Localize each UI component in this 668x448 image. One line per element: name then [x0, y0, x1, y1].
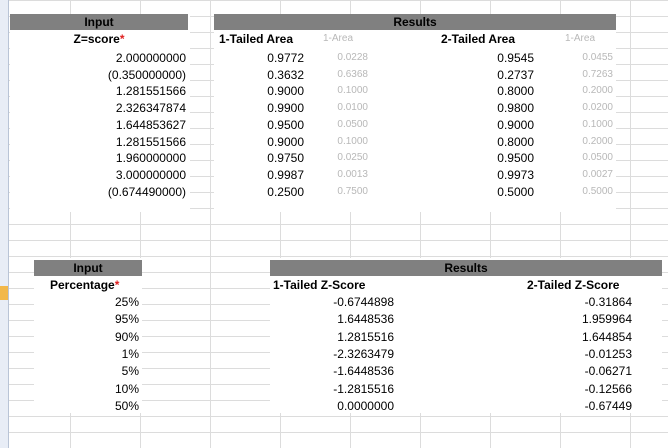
one-minus-area-cell: 0.6368: [337, 68, 368, 80]
z-score-input-cell[interactable]: 2.326347874: [10, 100, 186, 116]
two-minus-area-cell: 0.0455: [582, 52, 613, 63]
required-asterisk: *: [119, 32, 125, 46]
one-tailed-z-cell: 0.0000000: [337, 398, 394, 413]
one-minus-area-cell: 0.0250: [337, 152, 368, 164]
one-tailed-area-cell: 0.9772: [267, 51, 304, 65]
one-minus-area-cell: 0.0500: [337, 118, 368, 130]
two-minus-area-cell: 0.2000: [582, 135, 613, 147]
z-score-input-cell[interactable]: 2.000000000: [10, 50, 186, 66]
percentage-input-cell[interactable]: 5%: [34, 363, 139, 379]
one-tailed-area-cell: 0.9750: [267, 151, 304, 166]
percentage-label: Percentage*: [50, 277, 142, 293]
two-tailed-area-cell: 0.9800: [497, 101, 534, 116]
z-score-input-cell[interactable]: 1.644853627: [10, 117, 186, 133]
two-minus-area-label: 1-Area: [565, 33, 596, 44]
top-results-header: Results: [214, 14, 616, 30]
z-score-input-cell[interactable]: 1.281551566: [10, 134, 186, 150]
one-tailed-area-cell: 0.9000: [267, 84, 304, 99]
two-tailed-z-cell: -0.01253: [584, 346, 632, 361]
one-tailed-area-cell: 0.9000: [267, 134, 304, 149]
two-tailed-z-cell: -0.31864: [584, 295, 632, 309]
z-score-input-cell[interactable]: 3.000000000: [10, 167, 186, 183]
selected-row-marker: [0, 286, 8, 300]
two-minus-area-cell: 0.0027: [582, 168, 613, 180]
percentage-input-cell[interactable]: 25%: [34, 294, 139, 310]
two-minus-area-cell: 0.7263: [582, 68, 613, 80]
z-score-label: Z=score*: [10, 31, 188, 47]
z-score-label-text: Z=score: [73, 32, 120, 46]
two-tailed-area-cell: 0.9000: [497, 117, 534, 132]
two-tailed-area-cell: 0.9545: [497, 51, 534, 65]
row-header-strip[interactable]: [0, 0, 9, 448]
two-tailed-area-cell: 0.8000: [497, 134, 534, 149]
two-tailed-area-cell: 0.9973: [497, 167, 534, 182]
one-tailed-area-cell: 0.9987: [267, 167, 304, 182]
one-tailed-area-cell: 0.2500: [267, 184, 304, 199]
z-score-input-cell[interactable]: (0.674490000): [10, 184, 186, 200]
z-score-input-cell[interactable]: 1.281551566: [10, 83, 186, 99]
two-tailed-area-cell: 0.9500: [497, 151, 534, 166]
one-tailed-z-label: 1-Tailed Z-Score: [273, 278, 366, 292]
one-tailed-z-cell: -1.6448536: [333, 364, 394, 379]
bottom-results-header: Results: [270, 260, 662, 276]
two-minus-area-cell: 0.1000: [582, 118, 613, 130]
one-tailed-z-cell: 1.2815516: [337, 329, 394, 344]
one-minus-area-label: 1-Area: [323, 33, 354, 44]
two-tailed-z-cell: -0.67449: [584, 398, 632, 413]
bottom-input-header: Input: [34, 260, 142, 276]
one-minus-area-cell: 0.0228: [337, 52, 368, 63]
two-tailed-z-cell: 1.644854: [581, 329, 632, 344]
one-tailed-area-cell: 0.9900: [267, 101, 304, 116]
one-tailed-z-cell: -1.2815516: [333, 381, 394, 396]
two-tailed-z-cell: 1.959964: [581, 312, 632, 327]
percentage-input-cell[interactable]: 1%: [34, 346, 139, 362]
one-tailed-area-label: 1-Tailed Area: [219, 32, 294, 46]
two-tailed-area-cell: 0.5000: [497, 184, 534, 199]
two-tailed-area-cell: 0.8000: [497, 84, 534, 99]
one-minus-area-cell: 0.0100: [337, 102, 368, 114]
top-input-header: Input: [10, 14, 188, 30]
one-tailed-area-cell: 0.3632: [267, 67, 304, 82]
two-tailed-area-cell: 0.2737: [497, 67, 534, 82]
percentage-label-text: Percentage: [50, 278, 115, 292]
two-minus-area-cell: 0.0500: [582, 152, 613, 164]
z-score-input-cell[interactable]: (0.350000000): [10, 67, 186, 83]
one-tailed-z-cell: -2.3263479: [333, 346, 394, 361]
z-score-input-cell[interactable]: 1.960000000: [10, 150, 186, 166]
percentage-input-cell[interactable]: 50%: [34, 398, 139, 414]
two-minus-area-cell: 0.5000: [582, 185, 613, 197]
two-minus-area-cell: 0.0200: [582, 102, 613, 114]
one-tailed-z-cell: 1.6448536: [337, 312, 394, 327]
one-minus-area-cell: 0.0013: [337, 168, 368, 180]
two-tailed-z-cell: -0.06271: [584, 364, 632, 379]
two-minus-area-cell: 0.2000: [582, 85, 613, 97]
one-tailed-area-cell: 0.9500: [267, 117, 304, 132]
one-minus-area-cell: 0.1000: [337, 135, 368, 147]
two-tailed-area-label: 2-Tailed Area: [441, 32, 516, 46]
one-tailed-z-cell: -0.6744898: [333, 295, 394, 309]
one-minus-area-cell: 0.1000: [337, 85, 368, 97]
percentage-input-cell[interactable]: 90%: [34, 329, 139, 345]
percentage-input-cell[interactable]: 10%: [34, 381, 139, 397]
one-minus-area-cell: 0.7500: [337, 185, 368, 197]
two-tailed-z-cell: -0.12566: [584, 381, 632, 396]
required-asterisk: *: [114, 278, 120, 292]
two-tailed-z-label: 2-Tailed Z-Score: [527, 278, 620, 292]
percentage-input-cell[interactable]: 95%: [34, 311, 139, 327]
